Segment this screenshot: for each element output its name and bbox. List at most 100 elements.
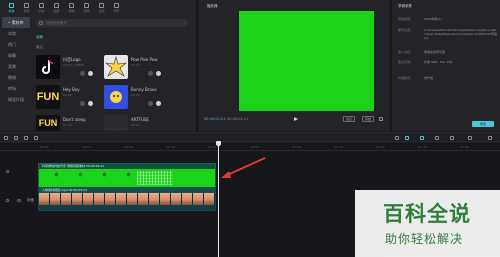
watermark-subtitle: 助你轻松解决	[385, 232, 464, 246]
ruler-tick: 01:00	[292, 145, 301, 149]
main-video-clip[interactable]: 人物素材视频.mp4 00:00:09:23	[38, 187, 216, 211]
media-panel: 媒体 音频 文本 贴纸 特效 转场 滤镜 调节 • 素材库 本地 热门 绿幕 背…	[0, 0, 197, 131]
add-icon[interactable]	[88, 71, 93, 76]
sidebar-item-hot[interactable]: 热门	[0, 39, 32, 50]
sidebar-item-transition[interactable]: 转场	[0, 83, 32, 94]
play-icon[interactable]	[294, 117, 298, 121]
tab-sticker[interactable]: 贴纸	[49, 0, 64, 15]
sidebar-item-mood[interactable]: 情绪	[0, 72, 32, 83]
card-duration: 00:02	[131, 63, 140, 67]
current-time: 00:00:02:21	[204, 117, 226, 121]
playhead[interactable]	[218, 141, 219, 257]
microphone-icon[interactable]	[395, 136, 399, 140]
card-title: Hey Boy	[63, 87, 80, 92]
card-controls	[80, 71, 93, 76]
section-collect[interactable]: 收藏	[36, 35, 43, 40]
ruler-tick: 00:20	[124, 145, 133, 149]
draft-settings-panel: 草稿参数 草稿名称： 0520草稿(1) 保存位置： C:/Users/Admini…	[391, 0, 500, 131]
keyframe-icon	[78, 172, 83, 177]
library-card[interactable]: 抖音Logo 00:03 | 1080P	[36, 55, 96, 79]
eye-icon[interactable]	[17, 199, 21, 202]
card-title: ARTFUSE	[131, 117, 149, 122]
link-icon[interactable]	[405, 136, 409, 140]
add-icon[interactable]	[88, 101, 93, 106]
section-recent[interactable]: 最近	[36, 45, 43, 50]
sidebar-item-greenscreen[interactable]: 绿幕	[0, 50, 32, 61]
keyframe-icon	[126, 172, 131, 177]
card-thumbnail	[104, 85, 128, 109]
card-controls	[148, 101, 161, 106]
card-duration: 00:03	[131, 93, 140, 97]
zoom-in-icon[interactable]	[488, 136, 492, 140]
ruler-tick: 00:30	[166, 145, 175, 149]
card-controls	[148, 71, 161, 76]
tab-adjust[interactable]: 调节	[109, 0, 124, 15]
watermark: 百科全说 助你轻松解决	[355, 190, 500, 257]
tab-transitions[interactable]: 转场	[79, 0, 94, 15]
zoom-out-icon[interactable]	[450, 136, 454, 140]
snap-icon[interactable]	[420, 136, 424, 140]
fullscreen-icon[interactable]	[379, 117, 383, 121]
modify-button[interactable]: 修改	[472, 121, 494, 127]
cover-label[interactable]: 封面	[27, 198, 34, 203]
library-card[interactable]: Pow Pow Pow 00:02	[104, 55, 164, 79]
ruler-tick: 01:30	[418, 145, 427, 149]
tab-media[interactable]: 媒体	[4, 0, 19, 15]
ratio-button[interactable]: 原始	[362, 116, 375, 122]
card-title: Don't sleep	[63, 117, 86, 122]
sidebar-item-funny[interactable]: 搞笑片段	[0, 94, 32, 105]
card-duration: 00:03	[131, 123, 140, 127]
lock-icon[interactable]	[6, 199, 9, 202]
ruler-tick: 01:20	[376, 145, 385, 149]
card-controls	[80, 101, 93, 106]
ruler-tick: 01:10	[334, 145, 343, 149]
sidebar-item-background[interactable]: 背景	[0, 61, 32, 72]
player-title: 播放器	[207, 4, 218, 8]
lock-icon[interactable]	[6, 170, 9, 173]
player-panel: 播放器 00:00:02:21 00:00:02:21 适应 原始	[199, 0, 389, 131]
download-icon[interactable]	[148, 101, 153, 106]
fit-button[interactable]: 适应	[343, 116, 356, 122]
zoom-slider[interactable]	[468, 136, 472, 140]
redo-icon[interactable]	[24, 136, 28, 140]
clip-label: 抖音绿色科技背景 绿幕视频素材 00:00:02:21	[39, 164, 215, 169]
media-icon	[9, 2, 14, 8]
card-title: Pow Pow Pow	[131, 57, 158, 62]
effects-icon	[69, 2, 74, 8]
download-icon[interactable]	[148, 71, 153, 76]
library-card[interactable]: Bunny Bravo 00:03	[104, 85, 164, 109]
download-icon[interactable]	[80, 101, 85, 106]
fun-thumbnail: FUN	[36, 115, 60, 131]
sticker-icon	[54, 2, 59, 8]
comic-burst-icon	[105, 55, 127, 77]
cartoon-icon	[104, 85, 128, 109]
undo-icon[interactable]	[14, 136, 18, 140]
transition-icon	[84, 2, 89, 8]
card-duration: 00:02	[63, 93, 72, 97]
tab-effects[interactable]: 特效	[64, 0, 79, 15]
ruler-tick: 00:00	[40, 145, 49, 149]
search-icon	[39, 21, 43, 25]
category-list: • 素材库 本地 热门 绿幕 背景 情绪 转场 搞笑片段	[0, 17, 32, 105]
fun-thumbnail: FUN	[36, 85, 60, 109]
preview-screen[interactable]	[239, 11, 374, 111]
tab-text[interactable]: 文本	[34, 0, 49, 15]
audio-icon	[24, 2, 29, 8]
card-thumbnail	[36, 55, 60, 79]
ruler-tick: 00:10	[82, 145, 91, 149]
tab-filters[interactable]: 滤镜	[94, 0, 109, 15]
split-icon[interactable]	[34, 136, 38, 140]
select-icon[interactable]	[4, 136, 8, 140]
time-ruler[interactable]: 00:00 00:10 00:20 00:30 00:40 00:50 01:0…	[0, 143, 500, 151]
library-card[interactable]: FUN Hey Boy 00:02	[36, 85, 96, 109]
sidebar-item-local[interactable]: 本地	[0, 28, 32, 39]
tab-audio[interactable]: 音频	[19, 0, 34, 15]
add-icon[interactable]	[156, 71, 161, 76]
add-icon[interactable]	[156, 101, 161, 106]
search-input[interactable]: 搜索视频素材	[36, 19, 188, 27]
inspector-title: 草稿参数	[398, 4, 412, 8]
preview-axis-icon[interactable]	[435, 136, 439, 140]
top-tabs: 媒体 音频 文本 贴纸 特效 转场 滤镜 调节	[0, 0, 197, 15]
download-icon[interactable]	[80, 71, 85, 76]
sidebar-item-library[interactable]: • 素材库	[2, 17, 30, 28]
